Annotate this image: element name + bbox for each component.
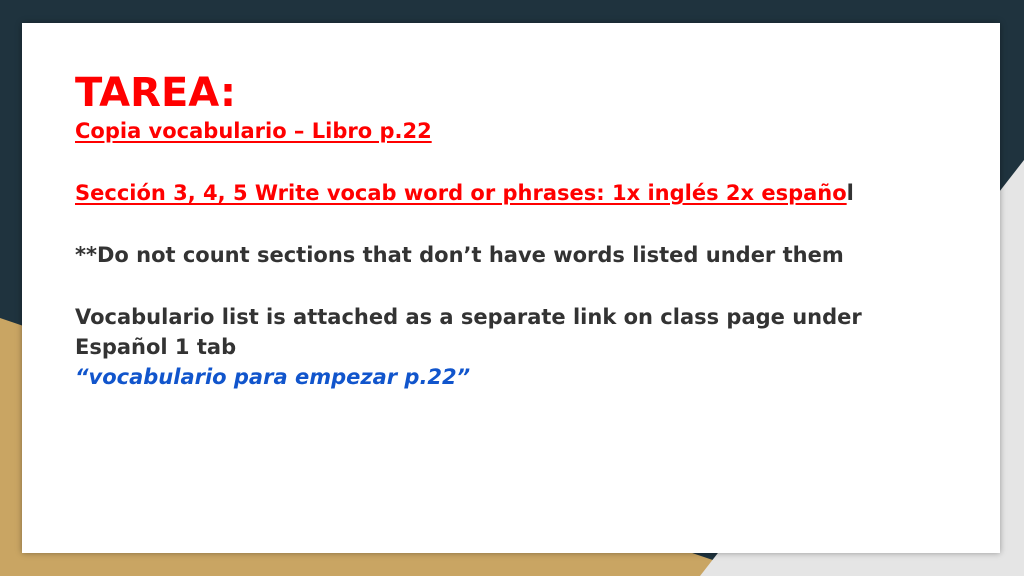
section-text: Sección 3, 4, 5 Write vocab word or phra… xyxy=(75,181,847,205)
section-tail: l xyxy=(846,181,854,205)
link-line: “vocabulario para empezar p.22” xyxy=(75,362,975,392)
slide-card: TAREA: Copia vocabulario – Libro p.22 Se… xyxy=(22,23,1000,553)
note-line: **Do not count sections that don’t have … xyxy=(75,243,844,267)
slide-content: TAREA: Copia vocabulario – Libro p.22 Se… xyxy=(75,70,975,392)
slide-title: TAREA: xyxy=(75,70,236,116)
list-line-2: Español 1 tab xyxy=(75,335,237,359)
section-line: Sección 3, 4, 5 Write vocab word or phra… xyxy=(75,178,975,208)
vocab-link[interactable]: “vocabulario para empezar p.22” xyxy=(75,365,470,389)
subtitle-line: Copia vocabulario – Libro p.22 xyxy=(75,116,975,146)
list-line-1: Vocabulario list is attached as a separa… xyxy=(75,305,862,329)
subtitle-text: Copia vocabulario – Libro p.22 xyxy=(75,119,432,143)
